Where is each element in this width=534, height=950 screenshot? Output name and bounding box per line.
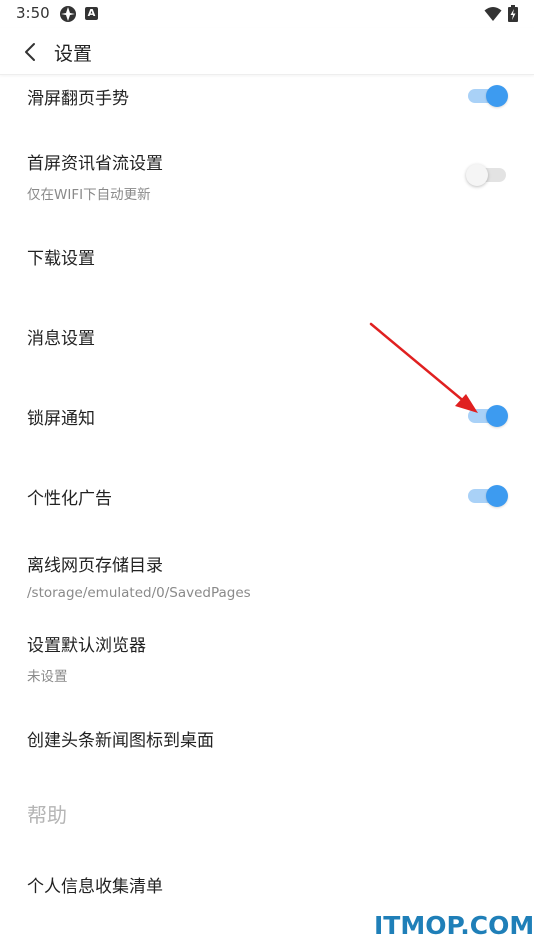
setting-desktop-shortcut[interactable]: 创建头条新闻图标到桌面 [0, 722, 534, 762]
setting-label: 个性化广告 [27, 489, 112, 509]
setting-label: 首屏资讯省流设置 [27, 154, 163, 174]
watermark-text: ITMOP.COM [374, 911, 534, 940]
setting-label: 消息设置 [27, 329, 95, 349]
setting-label: 锁屏通知 [27, 409, 95, 429]
back-button[interactable] [14, 36, 46, 68]
chevron-left-icon [25, 43, 35, 61]
setting-label: 下载设置 [27, 249, 95, 269]
header-bar: 设置 [0, 28, 534, 75]
page-title: 设置 [54, 43, 93, 65]
setting-sublabel: 未设置 [27, 669, 68, 685]
setting-swipe-gesture[interactable]: 滑屏翻页手势 [0, 80, 534, 116]
setting-download[interactable]: 下载设置 [0, 240, 534, 280]
personalized-ads-toggle[interactable] [466, 483, 508, 507]
settings-list: 滑屏翻页手势 首屏资讯省流设置 仅在WIFI下自动更新 下载设置 消息设置 锁屏… [0, 0, 534, 950]
swipe-gesture-toggle[interactable] [466, 83, 508, 107]
setting-personalized-ads[interactable]: 个性化广告 [0, 480, 534, 520]
setting-label: 设置默认浏览器 [27, 636, 146, 656]
setting-personal-info[interactable]: 个人信息收集清单 [0, 868, 534, 908]
setting-lockscreen-notify[interactable]: 锁屏通知 [0, 400, 534, 440]
setting-sublabel: /storage/emulated/0/SavedPages [27, 585, 251, 601]
setting-label: 创建头条新闻图标到桌面 [27, 731, 214, 751]
setting-label: 滑屏翻页手势 [27, 89, 129, 109]
setting-offline-dir[interactable]: 离线网页存储目录 /storage/emulated/0/SavedPages [0, 547, 534, 607]
setting-data-saving[interactable]: 首屏资讯省流设置 仅在WIFI下自动更新 [0, 145, 534, 209]
data-saving-toggle[interactable] [466, 162, 508, 186]
section-header-help: 帮助 [27, 803, 67, 827]
lockscreen-notify-toggle[interactable] [466, 403, 508, 427]
setting-sublabel: 仅在WIFI下自动更新 [27, 187, 151, 203]
setting-default-browser[interactable]: 设置默认浏览器 未设置 [0, 627, 534, 687]
setting-label: 个人信息收集清单 [27, 877, 163, 897]
setting-message[interactable]: 消息设置 [0, 320, 534, 360]
setting-label: 离线网页存储目录 [27, 556, 163, 576]
